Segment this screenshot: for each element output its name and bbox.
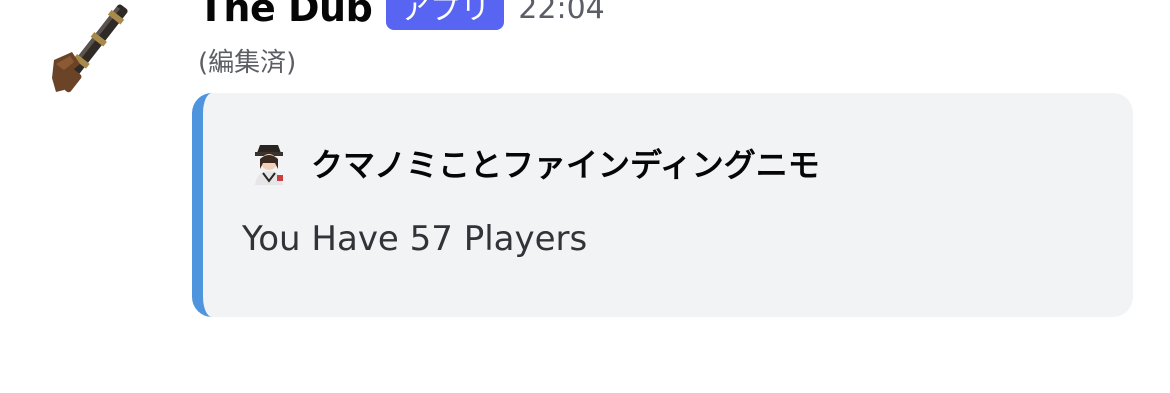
avatar[interactable]	[40, 0, 150, 104]
embed-author-name[interactable]: クマノミことファインディングニモ	[311, 140, 820, 186]
shotgun-icon	[52, 4, 128, 93]
username[interactable]: The Dub	[198, 0, 373, 30]
edited-label: (編集済)	[198, 48, 297, 78]
message-embed: クマノミことファインディングニモ You Have 57 Players	[192, 93, 1133, 317]
app-badge: アプリ	[386, 0, 505, 30]
timestamp[interactable]: 22:04	[518, 0, 604, 26]
embed-author: クマノミことファインディングニモ	[245, 139, 820, 187]
embed-description: You Have 57 Players	[242, 219, 588, 259]
character-avatar-icon	[245, 139, 293, 187]
message-header: The Dub アプリ 22:04	[198, 0, 605, 32]
